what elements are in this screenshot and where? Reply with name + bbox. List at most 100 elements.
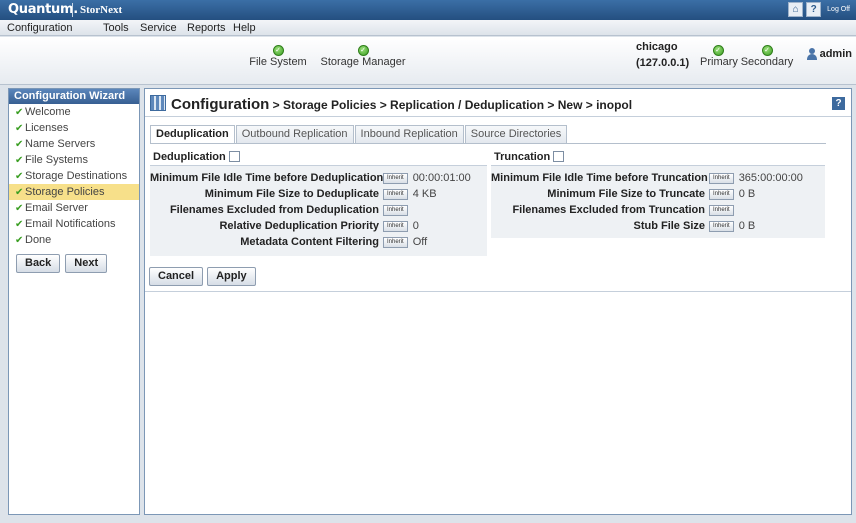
inherit-button[interactable]: Inherit (709, 172, 734, 184)
setting-row: Minimum File Size to Deduplicate Inherit 4… (150, 186, 437, 202)
tab-bar: Deduplication Outbound Replication Inbou… (150, 125, 568, 144)
tab-deduplication[interactable]: Deduplication (150, 125, 235, 144)
setting-row: Relative Deduplication Priority Inherit 0 (150, 218, 419, 234)
menu-configuration[interactable]: Configuration (7, 22, 72, 34)
setting-label: Stub File Size (633, 220, 705, 232)
ok-status-icon: ✓ (272, 45, 284, 56)
checkmark-icon: ✔ (15, 218, 24, 230)
setting-row: Filenames Excluded from Deduplication Inh… (150, 202, 413, 218)
wizard-step-label: Welcome (25, 106, 71, 118)
user-icon (806, 48, 818, 60)
breadcrumb-path: > Storage Policies > Replication / Dedup… (269, 98, 633, 112)
ok-status-icon: ✓ (712, 45, 724, 56)
setting-row: Minimum File Idle Time before Deduplicat… (150, 170, 471, 186)
wizard-step[interactable]: ✔ Done (9, 232, 139, 248)
truncation-section: Truncation Minimum File Idle Time before… (491, 148, 825, 238)
menu-tools[interactable]: Tools (103, 22, 129, 34)
setting-label: Minimum File Idle Time before Deduplicat… (150, 172, 384, 184)
wizard-step[interactable]: ✔ Email Notifications (9, 216, 139, 232)
setting-label: Relative Deduplication Priority (219, 220, 379, 232)
breadcrumb-root: Configuration (171, 96, 270, 113)
tab-outbound-replication[interactable]: Outbound Replication (235, 125, 354, 143)
tab-source-directories[interactable]: Source Directories (464, 125, 568, 143)
status-secondary[interactable]: ✓ Secondary (737, 43, 797, 68)
primary-label: Primary (700, 56, 738, 68)
logoff-link[interactable]: Log Off (827, 6, 850, 13)
action-buttons: Cancel Apply (149, 267, 256, 286)
setting-row: Stub File Size Inherit 0 B (491, 218, 755, 234)
wizard-step[interactable]: ✔ Storage Destinations (9, 168, 139, 184)
truncation-title: Truncation (494, 150, 551, 163)
inherit-button[interactable]: Inherit (709, 204, 734, 216)
home-icon[interactable]: ⌂ (788, 2, 804, 17)
user-menu[interactable]: admin (806, 48, 852, 60)
setting-row: Filenames Excluded from Truncation Inheri… (491, 202, 739, 218)
deduplication-title: Deduplication (153, 150, 226, 163)
wizard-step-label: Storage Policies (25, 186, 105, 198)
status-storage-manager[interactable]: ✓ Storage Manager (318, 43, 408, 68)
menu-bar: Configuration Tools Service Reports Help (0, 20, 856, 36)
menu-help[interactable]: Help (233, 22, 256, 34)
setting-row: Minimum File Idle Time before Truncation… (491, 170, 803, 186)
menu-service[interactable]: Service (140, 22, 177, 34)
help-icon[interactable]: ? (832, 97, 845, 110)
ok-status-icon: ✓ (761, 45, 773, 56)
ok-status-icon: ✓ (357, 45, 369, 56)
truncation-checkbox[interactable] (553, 151, 565, 162)
apply-button[interactable]: Apply (207, 267, 256, 286)
inherit-button[interactable]: Inherit (383, 204, 408, 216)
storage-manager-label: Storage Manager (320, 56, 406, 68)
deduplication-checkbox[interactable] (228, 151, 240, 162)
menu-reports[interactable]: Reports (187, 22, 226, 34)
checkmark-icon: ✔ (15, 234, 24, 246)
configuration-icon (150, 95, 166, 111)
setting-value: 4 KB (412, 188, 437, 200)
help-icon[interactable]: ? (806, 2, 822, 17)
inherit-button[interactable]: Inherit (383, 220, 408, 232)
wizard-step[interactable]: ✔ File Systems (9, 152, 139, 168)
wizard-step[interactable]: ✔ Licenses (9, 120, 139, 136)
setting-row: Minimum File Size to Truncate Inherit 0 B (491, 186, 755, 202)
inherit-button[interactable]: Inherit (383, 188, 408, 200)
truncation-header: Truncation (491, 148, 825, 166)
checkmark-icon: ✔ (15, 154, 24, 166)
setting-value: Off (412, 236, 428, 248)
divider (145, 291, 851, 292)
tab-inbound-replication[interactable]: Inbound Replication (354, 125, 464, 143)
wizard-step[interactable]: ✔ Welcome (9, 104, 139, 120)
user-name: admin (819, 48, 852, 60)
inherit-button[interactable]: Inherit (383, 172, 408, 184)
wizard-step[interactable]: ✔ Storage Policies (9, 184, 139, 200)
wizard-title: Configuration Wizard (9, 89, 139, 104)
cancel-button[interactable]: Cancel (149, 267, 204, 286)
status-primary[interactable]: ✓ Primary (700, 43, 738, 68)
file-system-label: File System (249, 56, 307, 68)
setting-label: Filenames Excluded from Truncation (512, 204, 705, 216)
wizard-step-label: Storage Destinations (25, 170, 128, 182)
wizard-step-label: Email Server (25, 202, 88, 214)
secondary-label: Secondary (740, 56, 794, 68)
deduplication-header: Deduplication (150, 148, 487, 166)
page-header: Configuration > Storage Policies > Repli… (145, 89, 851, 117)
setting-label: Minimum File Size to Deduplicate (204, 188, 379, 200)
setting-label: Filenames Excluded from Deduplication (169, 204, 379, 216)
main-panel: Configuration > Storage Policies > Repli… (144, 88, 852, 515)
wizard-step[interactable]: ✔ Name Servers (9, 136, 139, 152)
wizard-step[interactable]: ✔ Email Server (9, 200, 139, 216)
setting-value: 0 B (738, 220, 756, 232)
inherit-button[interactable]: Inherit (709, 220, 734, 232)
checkmark-icon: ✔ (15, 138, 24, 150)
brand-divider (72, 3, 73, 17)
status-file-system[interactable]: ✓ File System (247, 43, 309, 68)
status-bar: ✓ File System ✓ Storage Manager chicago … (0, 37, 856, 85)
setting-value: 365:00:00:00 (738, 172, 803, 184)
setting-value: 0 (412, 220, 419, 232)
inherit-button[interactable]: Inherit (709, 188, 734, 200)
title-bar: Quantum. StorNext ⌂ ? Log Off (0, 0, 856, 20)
checkmark-icon: ✔ (15, 106, 24, 118)
back-button[interactable]: Back (16, 254, 61, 273)
next-button[interactable]: Next (65, 254, 108, 273)
setting-value: 0 B (738, 188, 756, 200)
setting-row: Metadata Content Filtering Inherit Off (150, 234, 427, 250)
inherit-button[interactable]: Inherit (383, 236, 408, 248)
